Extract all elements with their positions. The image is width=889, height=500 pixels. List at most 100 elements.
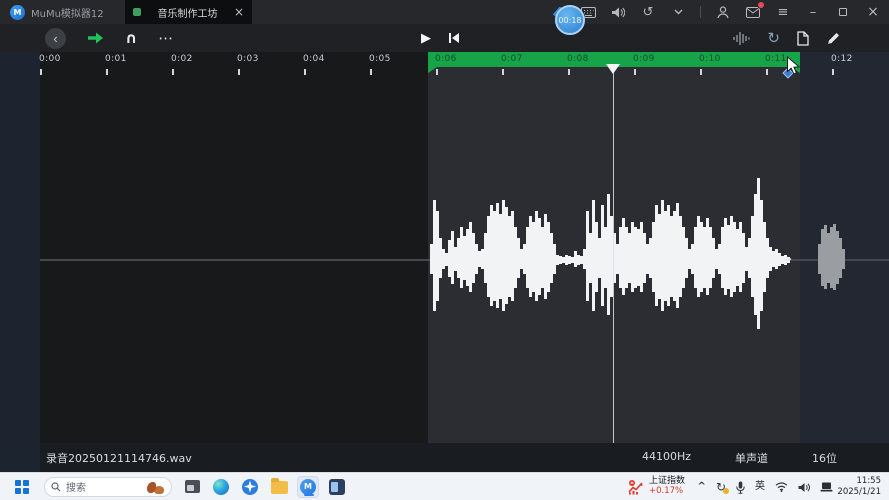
compass-browser-icon[interactable] bbox=[239, 476, 261, 498]
transport-controls: ▶ bbox=[421, 24, 460, 52]
new-file-icon[interactable] bbox=[797, 31, 809, 46]
system-tray: ^ ↻ 英 bbox=[698, 473, 833, 500]
timeline-tick bbox=[700, 69, 702, 75]
timeline-tick bbox=[304, 69, 306, 75]
app-title: MuMu模拟器12 bbox=[31, 5, 104, 20]
editor-toolbar: ‹ ∩ ⋯ ▶ ↻ bbox=[0, 24, 889, 52]
undo-icon[interactable]: ↺ bbox=[640, 4, 656, 20]
titlebar-actions: ↺ ≡ – × bbox=[550, 0, 881, 24]
mumu-emulator-window: M MuMu模拟器12 音乐制作工坊 × ↺ bbox=[0, 0, 889, 500]
play-button[interactable]: ▶ bbox=[421, 32, 431, 45]
timeline-label: 0:09 bbox=[633, 54, 655, 64]
timeline-tick bbox=[502, 69, 504, 75]
sync-icon[interactable]: ↻ bbox=[716, 481, 726, 493]
clock-date: 2025/1/21 bbox=[837, 487, 881, 498]
player-window-icon[interactable] bbox=[326, 476, 348, 498]
bit-depth: 16位 bbox=[812, 450, 837, 466]
waveform-view-icon[interactable] bbox=[733, 31, 750, 46]
clock-time: 11:55 bbox=[837, 476, 881, 487]
edge-browser-icon[interactable] bbox=[210, 476, 232, 498]
menu-icon[interactable]: ≡ bbox=[775, 4, 791, 20]
timeline-tick bbox=[238, 69, 240, 75]
file-explorer-icon[interactable] bbox=[268, 476, 290, 498]
titlebar: M MuMu模拟器12 音乐制作工坊 × ↺ bbox=[0, 0, 889, 24]
mail-notification-badge bbox=[757, 1, 765, 9]
squirrel-widget-icon[interactable] bbox=[147, 480, 165, 494]
maximize-icon[interactable] bbox=[835, 4, 851, 20]
timeline-label: 0:00 bbox=[39, 54, 61, 64]
timeline-label: 0:11 bbox=[765, 54, 787, 64]
stock-index-change: +0.17% bbox=[649, 487, 685, 496]
timeline-label: 0:01 bbox=[105, 54, 127, 64]
left-rail bbox=[0, 52, 40, 443]
timeline-label: 0:04 bbox=[303, 54, 325, 64]
statusbar: 录音20250121114746.wav 44100Hz 单声道 16位 bbox=[0, 443, 889, 472]
more-options-icon[interactable]: ⋯ bbox=[158, 31, 173, 46]
titlebar-divider bbox=[700, 6, 701, 18]
volume-icon[interactable] bbox=[610, 4, 626, 20]
timeline-tick bbox=[634, 69, 636, 75]
timeline-tick bbox=[832, 69, 834, 75]
tray-expand-icon[interactable]: ^ bbox=[698, 482, 706, 492]
chevron-down-icon[interactable] bbox=[670, 4, 686, 20]
tab-title: 音乐制作工坊 bbox=[147, 5, 228, 20]
app-tab[interactable]: 音乐制作工坊 × bbox=[125, 0, 252, 24]
start-button-icon[interactable] bbox=[15, 480, 29, 494]
refresh-icon[interactable]: ↻ bbox=[767, 31, 780, 46]
sync-status-dot bbox=[723, 488, 729, 494]
timeline-tick bbox=[40, 69, 42, 75]
toolbar-left-group: ‹ ∩ ⋯ bbox=[45, 24, 173, 52]
user-icon[interactable] bbox=[715, 4, 731, 20]
stock-chart-icon bbox=[628, 479, 644, 495]
timeline-label: 0:03 bbox=[237, 54, 259, 64]
waveform-bar bbox=[842, 249, 845, 269]
recording-time-badge[interactable]: 00:18 bbox=[555, 5, 585, 35]
taskbar-clock[interactable]: 11:55 2025/1/21 bbox=[837, 476, 881, 498]
audio-properties: 44100Hz 单声道 16位 bbox=[642, 450, 889, 466]
timeline-tick bbox=[766, 69, 768, 75]
post-audio-zone bbox=[800, 52, 889, 443]
tab-close-icon[interactable]: × bbox=[234, 6, 244, 18]
mail-icon[interactable] bbox=[745, 4, 761, 20]
mumu-app-icon[interactable]: M bbox=[297, 476, 319, 498]
taskbar-search-box[interactable]: 搜索 bbox=[44, 477, 172, 497]
statusbar-left-rail bbox=[0, 443, 40, 472]
channel-mode: 单声道 bbox=[735, 450, 768, 466]
headphones-icon[interactable]: ∩ bbox=[125, 31, 137, 46]
timeline-label: 0:08 bbox=[567, 54, 589, 64]
timeline-label: 0:07 bbox=[501, 54, 523, 64]
audio-end-handle[interactable]: ◀▶ bbox=[782, 255, 791, 263]
close-icon[interactable]: × bbox=[865, 4, 881, 20]
search-placeholder: 搜索 bbox=[66, 479, 142, 494]
search-icon bbox=[51, 482, 61, 492]
pencil-edit-icon[interactable] bbox=[826, 31, 841, 46]
audio-filename: 录音20250121114746.wav bbox=[46, 450, 192, 466]
windows-taskbar: 搜索 M 上证指数 +0.17% ^ ↻ 英 bbox=[0, 472, 889, 500]
forward-arrow-icon[interactable] bbox=[87, 31, 104, 45]
pinned-apps: M bbox=[181, 476, 348, 498]
timeline-tick bbox=[370, 69, 372, 75]
stock-ticker-widget[interactable]: 上证指数 +0.17% bbox=[628, 473, 685, 500]
timeline-tick bbox=[568, 69, 570, 75]
minimize-icon[interactable]: – bbox=[805, 4, 821, 20]
speaker-icon[interactable] bbox=[798, 482, 810, 493]
skip-to-start-button[interactable] bbox=[448, 32, 460, 44]
input-language-indicator[interactable]: 英 bbox=[755, 482, 765, 492]
wifi-icon[interactable] bbox=[775, 482, 788, 492]
waveform-editor[interactable]: 0:000:010:020:030:040:050:060:070:080:09… bbox=[0, 52, 889, 443]
device-icon[interactable] bbox=[820, 482, 833, 492]
timeline-label: 0:10 bbox=[699, 54, 721, 64]
timeline-tick bbox=[436, 69, 438, 75]
timeline-tick bbox=[106, 69, 108, 75]
mouse-cursor bbox=[786, 56, 802, 80]
timeline-label: 0:02 bbox=[171, 54, 193, 64]
timeline-label: 0:12 bbox=[831, 54, 853, 64]
microphone-icon[interactable] bbox=[736, 481, 745, 494]
mumu-logo-icon: M bbox=[10, 5, 25, 20]
toolbar-right-group: ↻ bbox=[733, 24, 841, 52]
back-button[interactable]: ‹ bbox=[45, 28, 66, 49]
playhead-line[interactable] bbox=[613, 70, 614, 443]
playhead-marker[interactable] bbox=[606, 64, 620, 74]
task-view-icon[interactable] bbox=[181, 476, 203, 498]
timeline-tick bbox=[172, 69, 174, 75]
